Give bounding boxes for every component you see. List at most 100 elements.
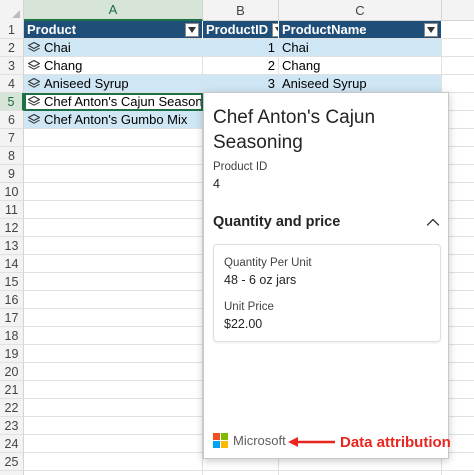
row-header[interactable]: 4: [0, 75, 24, 93]
linked-data-type-icon[interactable]: [27, 77, 41, 91]
column-header-c[interactable]: C: [279, 0, 442, 21]
empty-cell[interactable]: [24, 345, 203, 363]
empty-cell[interactable]: [24, 273, 203, 291]
product-cell-active[interactable]: Chef Anton's Cajun Seasoning: [24, 93, 203, 111]
quantity-per-unit-field: Quantity Per Unit 48 - 6 oz jars: [224, 257, 430, 287]
row-header[interactable]: 24: [0, 435, 24, 453]
row-header[interactable]: 14: [0, 255, 24, 273]
productname-cell[interactable]: Aniseed Syrup: [279, 75, 442, 93]
empty-cell[interactable]: [442, 75, 474, 93]
empty-cell[interactable]: [24, 219, 203, 237]
unit-price-field: Unit Price $22.00: [224, 301, 430, 331]
row-header[interactable]: 3: [0, 57, 24, 75]
chevron-up-icon[interactable]: [425, 214, 441, 230]
empty-cell[interactable]: [24, 453, 203, 471]
column-header-b[interactable]: B: [203, 0, 279, 21]
product-cell[interactable]: Chang: [24, 57, 203, 75]
empty-cell[interactable]: [24, 309, 203, 327]
cell-text: Chef Anton's Cajun Seasoning: [44, 94, 203, 109]
row-header[interactable]: 21: [0, 381, 24, 399]
empty-cell[interactable]: [279, 471, 442, 475]
product-cell[interactable]: Aniseed Syrup: [24, 75, 203, 93]
productid-cell[interactable]: 3: [203, 75, 279, 93]
row-header[interactable]: 11: [0, 201, 24, 219]
row-header[interactable]: 13: [0, 237, 24, 255]
table-header-product[interactable]: Product: [24, 21, 203, 39]
empty-cell[interactable]: [24, 417, 203, 435]
product-id-value[interactable]: 4: [213, 177, 267, 191]
product-cell[interactable]: Chef Anton's Gumbo Mix: [24, 111, 203, 129]
empty-cell[interactable]: [442, 21, 474, 39]
linked-data-type-icon[interactable]: [27, 41, 41, 55]
table-row: 2 Chai 1 Chai: [0, 39, 474, 57]
empty-cell[interactable]: [24, 255, 203, 273]
row-header[interactable]: 16: [0, 291, 24, 309]
row-header[interactable]: 15: [0, 273, 24, 291]
table-header-productid[interactable]: ProductID: [203, 21, 279, 39]
table-header-row: 1 Product ProductID ProductName: [0, 21, 474, 39]
select-all-button[interactable]: [0, 0, 24, 21]
product-cell[interactable]: Chai: [24, 39, 203, 57]
row-header[interactable]: 25: [0, 453, 24, 471]
row-header[interactable]: 20: [0, 363, 24, 381]
empty-cell[interactable]: [24, 183, 203, 201]
empty-cell[interactable]: [24, 291, 203, 309]
data-attribution[interactable]: Microsoft: [213, 433, 286, 448]
empty-cell[interactable]: [24, 471, 203, 475]
row-header[interactable]: 2: [0, 39, 24, 57]
row-header[interactable]: 10: [0, 183, 24, 201]
column-header-a[interactable]: A: [24, 0, 203, 21]
product-id-field: Product ID 4: [213, 161, 267, 191]
empty-cell[interactable]: [203, 471, 279, 475]
data-type-card[interactable]: Chef Anton's Cajun Seasoning Product ID …: [203, 92, 449, 459]
empty-cell[interactable]: [24, 237, 203, 255]
quantity-price-section-header[interactable]: Quantity and price: [213, 214, 441, 230]
row-header[interactable]: 18: [0, 327, 24, 345]
row-header[interactable]: 26: [0, 471, 24, 475]
unit-price-value[interactable]: $22.00: [224, 317, 430, 331]
row-header[interactable]: 7: [0, 129, 24, 147]
table-header-productname[interactable]: ProductName: [279, 21, 442, 39]
quantity-per-unit-label: Quantity Per Unit: [224, 257, 312, 269]
row-header[interactable]: 9: [0, 165, 24, 183]
productname-cell[interactable]: Chai: [279, 39, 442, 57]
empty-cell[interactable]: [24, 147, 203, 165]
empty-cell[interactable]: [442, 39, 474, 57]
empty-cell[interactable]: [24, 327, 203, 345]
row-header[interactable]: 12: [0, 219, 24, 237]
row-header[interactable]: 8: [0, 147, 24, 165]
row-header[interactable]: 6: [0, 111, 24, 129]
row-header[interactable]: 19: [0, 345, 24, 363]
productname-cell[interactable]: Chang: [279, 57, 442, 75]
column-header-d[interactable]: [442, 0, 474, 21]
empty-cell[interactable]: [442, 57, 474, 75]
linked-data-type-icon[interactable]: [27, 59, 41, 73]
row-header[interactable]: 22: [0, 399, 24, 417]
quantity-per-unit-value[interactable]: 48 - 6 oz jars: [224, 273, 430, 287]
empty-cell[interactable]: [24, 399, 203, 417]
empty-cell[interactable]: [24, 435, 203, 453]
unit-price-label: Unit Price: [224, 301, 274, 313]
section-title: Quantity and price: [213, 214, 341, 230]
linked-data-type-icon[interactable]: [27, 95, 41, 109]
row-header[interactable]: 1: [0, 21, 24, 39]
empty-cell[interactable]: [24, 201, 203, 219]
linked-data-type-icon[interactable]: [27, 113, 41, 127]
filter-dropdown-icon[interactable]: [424, 22, 438, 37]
row-header[interactable]: 17: [0, 309, 24, 327]
empty-cell[interactable]: [442, 471, 474, 475]
quantity-price-panel: Quantity Per Unit 48 - 6 oz jars Unit Pr…: [213, 244, 441, 342]
table-row: 4 Aniseed Syrup 3 Aniseed Syrup: [0, 75, 474, 93]
productid-cell[interactable]: 1: [203, 39, 279, 57]
filter-dropdown-icon[interactable]: [185, 22, 199, 37]
empty-cell[interactable]: [24, 381, 203, 399]
left-arrow-icon: [288, 437, 335, 447]
empty-cell[interactable]: [24, 363, 203, 381]
filter-dropdown-icon[interactable]: [272, 22, 278, 37]
empty-cell[interactable]: [24, 165, 203, 183]
empty-cell[interactable]: [24, 129, 203, 147]
table-row: 3 Chang 2 Chang: [0, 57, 474, 75]
row-header[interactable]: 23: [0, 417, 24, 435]
row-header-selected[interactable]: 5: [0, 93, 24, 111]
productid-cell[interactable]: 2: [203, 57, 279, 75]
